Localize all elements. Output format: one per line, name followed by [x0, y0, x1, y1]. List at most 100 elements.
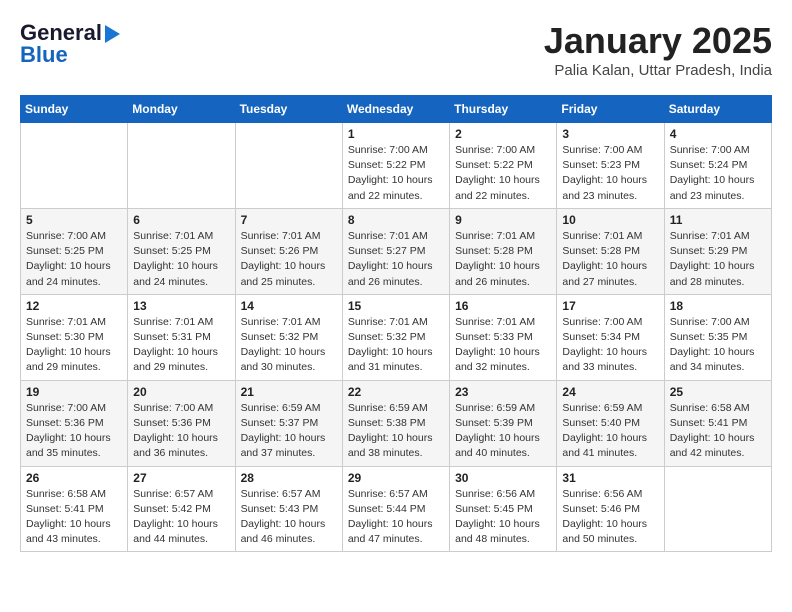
calendar-subtitle: Palia Kalan, Uttar Pradesh, India [544, 62, 772, 79]
day-info: Sunrise: 7:01 AM Sunset: 5:27 PM Dayligh… [348, 229, 444, 290]
day-info: Sunrise: 7:00 AM Sunset: 5:25 PM Dayligh… [26, 229, 122, 290]
day-number: 25 [670, 385, 766, 399]
calendar-cell: 24 Sunrise: 6:59 AM Sunset: 5:40 PM Dayli… [557, 380, 664, 466]
day-info: Sunrise: 7:00 AM Sunset: 5:36 PM Dayligh… [26, 401, 122, 462]
calendar-cell [664, 466, 771, 552]
calendar-cell: 11 Sunrise: 7:01 AM Sunset: 5:29 PM Dayli… [664, 208, 771, 294]
calendar-cell: 25 Sunrise: 6:58 AM Sunset: 5:41 PM Dayli… [664, 380, 771, 466]
day-number: 22 [348, 385, 444, 399]
day-number: 5 [26, 213, 122, 227]
day-info: Sunrise: 7:00 AM Sunset: 5:22 PM Dayligh… [455, 143, 551, 204]
calendar-cell: 7 Sunrise: 7:01 AM Sunset: 5:26 PM Daylig… [235, 208, 342, 294]
day-info: Sunrise: 7:01 AM Sunset: 5:33 PM Dayligh… [455, 315, 551, 376]
day-number: 7 [241, 213, 337, 227]
day-number: 4 [670, 127, 766, 141]
calendar-cell: 5 Sunrise: 7:00 AM Sunset: 5:25 PM Daylig… [21, 208, 128, 294]
weekday-header-monday: Monday [128, 96, 235, 123]
calendar-week-2: 5 Sunrise: 7:00 AM Sunset: 5:25 PM Daylig… [21, 208, 772, 294]
calendar-cell: 30Sunrise: 6:56 AM Sunset: 5:45 PM Dayli… [450, 466, 557, 552]
calendar-cell: 23 Sunrise: 6:59 AM Sunset: 5:39 PM Dayli… [450, 380, 557, 466]
logo-blue: Blue [20, 42, 68, 68]
calendar-cell: 4 Sunrise: 7:00 AM Sunset: 5:24 PM Daylig… [664, 123, 771, 209]
weekday-header-saturday: Saturday [664, 96, 771, 123]
day-info: Sunrise: 6:59 AM Sunset: 5:39 PM Dayligh… [455, 401, 551, 462]
day-info: Sunrise: 7:00 AM Sunset: 5:35 PM Dayligh… [670, 315, 766, 376]
page-header: General Blue January 2025 Palia Kalan, U… [20, 20, 772, 79]
day-number: 13 [133, 299, 229, 313]
title-block: January 2025 Palia Kalan, Uttar Pradesh,… [544, 20, 772, 79]
day-number: 20 [133, 385, 229, 399]
day-info: Sunrise: 6:59 AM Sunset: 5:40 PM Dayligh… [562, 401, 658, 462]
day-number: 3 [562, 127, 658, 141]
day-number: 19 [26, 385, 122, 399]
weekday-header-row: SundayMondayTuesdayWednesdayThursdayFrid… [21, 96, 772, 123]
day-number: 11 [670, 213, 766, 227]
day-number: 23 [455, 385, 551, 399]
day-number: 29 [348, 471, 444, 485]
calendar-week-4: 19 Sunrise: 7:00 AM Sunset: 5:36 PM Dayli… [21, 380, 772, 466]
day-number: 24 [562, 385, 658, 399]
weekday-header-sunday: Sunday [21, 96, 128, 123]
calendar-cell: 10Sunrise: 7:01 AM Sunset: 5:28 PM Dayli… [557, 208, 664, 294]
calendar-cell: 20 Sunrise: 7:00 AM Sunset: 5:36 PM Dayli… [128, 380, 235, 466]
calendar-cell: 1 Sunrise: 7:00 AM Sunset: 5:22 PM Daylig… [342, 123, 449, 209]
day-info: Sunrise: 7:00 AM Sunset: 5:22 PM Dayligh… [348, 143, 444, 204]
calendar-cell: 9Sunrise: 7:01 AM Sunset: 5:28 PM Daylig… [450, 208, 557, 294]
calendar-cell: 6 Sunrise: 7:01 AM Sunset: 5:25 PM Daylig… [128, 208, 235, 294]
weekday-header-thursday: Thursday [450, 96, 557, 123]
calendar-cell: 21Sunrise: 6:59 AM Sunset: 5:37 PM Dayli… [235, 380, 342, 466]
day-number: 8 [348, 213, 444, 227]
day-info: Sunrise: 7:01 AM Sunset: 5:31 PM Dayligh… [133, 315, 229, 376]
day-number: 6 [133, 213, 229, 227]
calendar-cell [21, 123, 128, 209]
day-info: Sunrise: 6:59 AM Sunset: 5:38 PM Dayligh… [348, 401, 444, 462]
calendar-cell: 26Sunrise: 6:58 AM Sunset: 5:41 PM Dayli… [21, 466, 128, 552]
day-number: 15 [348, 299, 444, 313]
calendar-week-3: 12 Sunrise: 7:01 AM Sunset: 5:30 PM Dayli… [21, 294, 772, 380]
calendar-cell: 18 Sunrise: 7:00 AM Sunset: 5:35 PM Dayli… [664, 294, 771, 380]
day-number: 1 [348, 127, 444, 141]
calendar-cell: 22 Sunrise: 6:59 AM Sunset: 5:38 PM Dayli… [342, 380, 449, 466]
day-info: Sunrise: 7:00 AM Sunset: 5:36 PM Dayligh… [133, 401, 229, 462]
calendar-week-1: 1 Sunrise: 7:00 AM Sunset: 5:22 PM Daylig… [21, 123, 772, 209]
day-info: Sunrise: 7:01 AM Sunset: 5:26 PM Dayligh… [241, 229, 337, 290]
day-number: 10 [562, 213, 658, 227]
day-info: Sunrise: 7:00 AM Sunset: 5:34 PM Dayligh… [562, 315, 658, 376]
calendar-title: January 2025 [544, 20, 772, 62]
day-number: 12 [26, 299, 122, 313]
calendar-cell: 12 Sunrise: 7:01 AM Sunset: 5:30 PM Dayli… [21, 294, 128, 380]
day-number: 30 [455, 471, 551, 485]
weekday-header-tuesday: Tuesday [235, 96, 342, 123]
day-info: Sunrise: 7:01 AM Sunset: 5:25 PM Dayligh… [133, 229, 229, 290]
calendar-cell: 14 Sunrise: 7:01 AM Sunset: 5:32 PM Dayli… [235, 294, 342, 380]
day-info: Sunrise: 7:01 AM Sunset: 5:32 PM Dayligh… [348, 315, 444, 376]
weekday-header-wednesday: Wednesday [342, 96, 449, 123]
calendar-cell: 29 Sunrise: 6:57 AM Sunset: 5:44 PM Dayli… [342, 466, 449, 552]
calendar-cell: 13 Sunrise: 7:01 AM Sunset: 5:31 PM Dayli… [128, 294, 235, 380]
day-info: Sunrise: 7:01 AM Sunset: 5:29 PM Dayligh… [670, 229, 766, 290]
calendar-table: SundayMondayTuesdayWednesdayThursdayFrid… [20, 95, 772, 552]
logo-arrow-icon [105, 25, 120, 43]
day-info: Sunrise: 7:01 AM Sunset: 5:30 PM Dayligh… [26, 315, 122, 376]
calendar-cell: 3 Sunrise: 7:00 AM Sunset: 5:23 PM Daylig… [557, 123, 664, 209]
calendar-cell: 27 Sunrise: 6:57 AM Sunset: 5:42 PM Dayli… [128, 466, 235, 552]
day-info: Sunrise: 6:56 AM Sunset: 5:46 PM Dayligh… [562, 487, 658, 548]
calendar-cell: 31Sunrise: 6:56 AM Sunset: 5:46 PM Dayli… [557, 466, 664, 552]
calendar-cell: 17Sunrise: 7:00 AM Sunset: 5:34 PM Dayli… [557, 294, 664, 380]
day-info: Sunrise: 6:57 AM Sunset: 5:44 PM Dayligh… [348, 487, 444, 548]
day-number: 26 [26, 471, 122, 485]
day-info: Sunrise: 6:57 AM Sunset: 5:42 PM Dayligh… [133, 487, 229, 548]
weekday-header-friday: Friday [557, 96, 664, 123]
day-info: Sunrise: 7:00 AM Sunset: 5:23 PM Dayligh… [562, 143, 658, 204]
calendar-cell: 28Sunrise: 6:57 AM Sunset: 5:43 PM Dayli… [235, 466, 342, 552]
calendar-cell: 2 Sunrise: 7:00 AM Sunset: 5:22 PM Daylig… [450, 123, 557, 209]
day-number: 14 [241, 299, 337, 313]
day-info: Sunrise: 7:00 AM Sunset: 5:24 PM Dayligh… [670, 143, 766, 204]
day-info: Sunrise: 7:01 AM Sunset: 5:32 PM Dayligh… [241, 315, 337, 376]
day-number: 28 [241, 471, 337, 485]
day-number: 2 [455, 127, 551, 141]
day-number: 18 [670, 299, 766, 313]
day-info: Sunrise: 6:58 AM Sunset: 5:41 PM Dayligh… [670, 401, 766, 462]
day-number: 27 [133, 471, 229, 485]
calendar-cell [235, 123, 342, 209]
